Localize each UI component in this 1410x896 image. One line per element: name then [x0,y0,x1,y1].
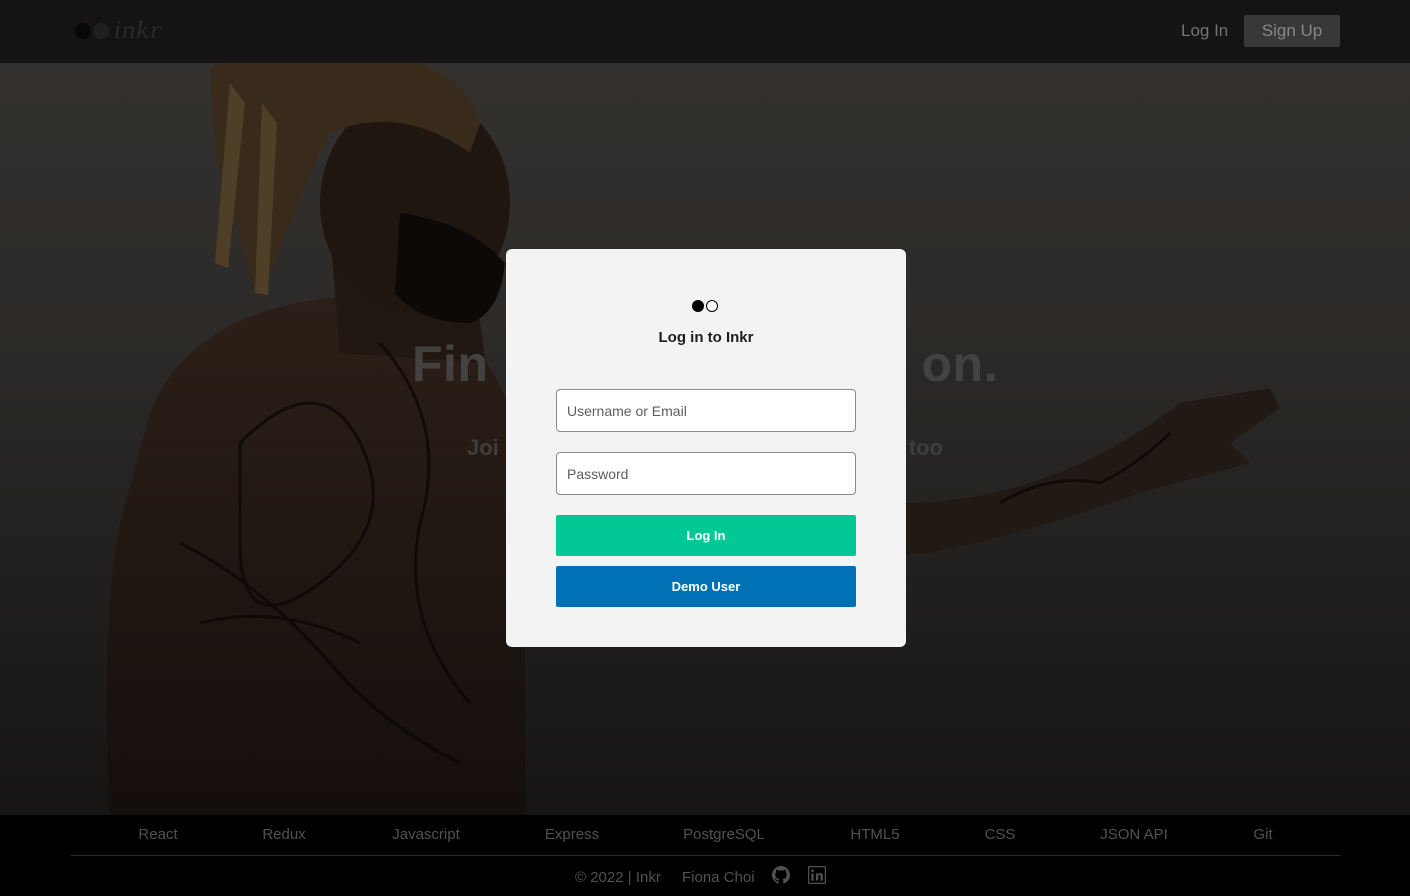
outline-dot-icon [706,300,718,312]
password-input[interactable] [556,452,856,495]
login-modal: Log in to Inkr Log In Demo User [506,249,906,647]
filled-dot-icon [692,300,704,312]
login-submit-button[interactable]: Log In [556,515,856,556]
username-input[interactable] [556,389,856,432]
modal-title: Log in to Inkr [658,329,754,346]
modal-logo [692,300,718,312]
demo-user-button[interactable]: Demo User [556,566,856,607]
